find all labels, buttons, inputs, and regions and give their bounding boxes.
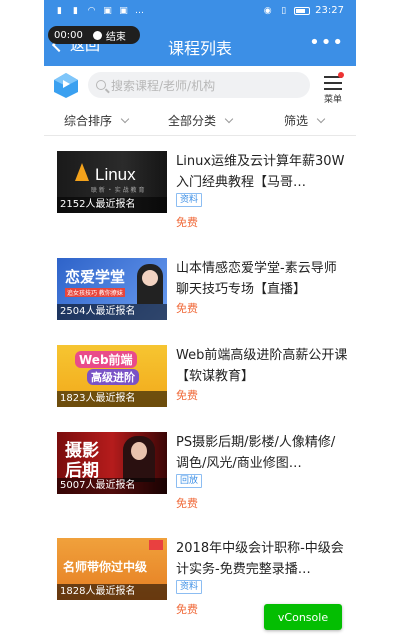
thumbnail-text: Linux (95, 165, 136, 184)
menu-label: 菜单 (323, 95, 342, 105)
phone-screen: ▮ ▮ ◠ ▣ ▣ … ◉ ▯ 23:27 返回 课程列表 ••• 00:00 … (44, 0, 356, 640)
signal-icon: ▮ (57, 5, 62, 16)
vibrate-icon: ▯ (281, 5, 287, 16)
thumbnail-subtext: 追女孩技巧 教你撩妹 (65, 288, 125, 297)
notification-dot (338, 72, 344, 78)
filter-sort-label: 综合排序 (63, 114, 112, 128)
menu-button[interactable]: 菜单 (322, 72, 344, 105)
course-price: 免费 (176, 389, 198, 402)
eye-icon: ◉ (263, 5, 272, 16)
enrolled-count: 5007人最近报名 (57, 478, 167, 494)
course-tag: 回放 (176, 474, 203, 488)
thumbnail-subtext: 联 新 ・ 实 战 教 育 (91, 187, 145, 194)
call-timer: 00:00 (54, 29, 83, 41)
course-thumbnail: 摄影 后期 5007人最近报名 (57, 432, 167, 494)
course-thumbnail: Linux 联 新 ・ 实 战 教 育 2152人最近报名 (57, 151, 167, 213)
enrolled-count: 2504人最近报名 (57, 304, 167, 320)
course-item[interactable]: Linux 联 新 ・ 实 战 教 育 2152人最近报名 Linux运维及云计… (44, 151, 356, 251)
search-icon (96, 80, 106, 90)
course-price: 免费 (176, 216, 198, 229)
presenter-face (142, 270, 158, 286)
status-time: 23:27 (315, 5, 344, 16)
thumbnail-text: Web前端 (75, 351, 137, 368)
chevron-down-icon (224, 114, 234, 124)
wifi-icon: ◠ (87, 5, 96, 16)
course-title: 2018年中级会计职称-中级会计实务-免费完整录播… (176, 541, 344, 577)
more-notifications-icon: … (135, 5, 144, 16)
course-title: 山本情感恋爱学堂-素云导师聊天技巧专场【直播】 (176, 261, 337, 297)
filter-bar: 综合排序 全部分类 筛选 (44, 106, 356, 136)
status-bar: ▮ ▮ ◠ ▣ ▣ … ◉ ▯ 23:27 (44, 0, 356, 24)
course-price: 免费 (176, 603, 198, 616)
course-title: Web前端高级进阶高薪公开课【软谋教育】 (176, 348, 348, 384)
chevron-down-icon (120, 114, 130, 124)
search-input[interactable]: 搜索课程/老师/机构 (88, 72, 310, 98)
course-thumbnail: 名师带你过中级 1828人最近报名 (57, 538, 167, 600)
filter-sort[interactable]: 综合排序 (44, 106, 148, 135)
vconsole-button[interactable]: vConsole (264, 604, 342, 630)
filter-category-label: 全部分类 (167, 114, 216, 128)
course-item[interactable]: 恋爱学堂 追女孩技巧 教你撩妹 2504人最近报名 山本情感恋爱学堂-素云导师聊… (44, 258, 356, 358)
corner-badge (149, 540, 163, 550)
filter-screen-label: 筛选 (283, 114, 308, 128)
course-thumbnail: 恋爱学堂 追女孩技巧 教你撩妹 2504人最近报名 (57, 258, 167, 320)
search-row: 搜索课程/老师/机构 菜单 (44, 66, 356, 106)
signal-icon: ▮ (73, 5, 78, 16)
end-call-label: 结束 (105, 31, 126, 43)
course-price: 免费 (176, 302, 198, 315)
chevron-down-icon (316, 114, 326, 124)
enrolled-count: 1828人最近报名 (57, 584, 167, 600)
model-face (131, 442, 147, 460)
course-item[interactable]: Web前端 高级进阶 1823人最近报名 Web前端高级进阶高薪公开课【软谋教育… (44, 345, 356, 445)
course-title: Linux运维及云计算年薪30W入门经典教程【马哥… (176, 154, 345, 190)
course-tag: 资料 (176, 193, 203, 207)
enrolled-count: 2152人最近报名 (57, 197, 167, 213)
course-thumbnail: Web前端 高级进阶 1823人最近报名 (57, 345, 167, 407)
thumbnail-text: 恋爱学堂 (65, 268, 126, 286)
search-placeholder: 搜索课程/老师/机构 (111, 78, 216, 93)
enrolled-count: 1823人最近报名 (57, 391, 167, 407)
call-timer-pill[interactable]: 00:00 结束 (48, 26, 140, 44)
course-tag: 资料 (176, 580, 203, 594)
thumbnail-text: 名师带你过中级 (63, 560, 148, 574)
thumbnail-subtext: 高级进阶 (87, 369, 139, 385)
more-button[interactable]: ••• (309, 32, 344, 53)
filter-screen[interactable]: 筛选 (252, 106, 356, 135)
course-item[interactable]: 摄影 后期 5007人最近报名 PS摄影后期/影楼/人像精修/调色/风光/商业修… (44, 432, 356, 532)
course-price: 免费 (176, 497, 198, 510)
notification-icon: ▣ (119, 5, 128, 16)
course-title: PS摄影后期/影楼/人像精修/调色/风光/商业修图… (176, 435, 336, 471)
notification-icon: ▣ (103, 5, 112, 16)
end-call-icon (92, 30, 102, 40)
filter-category[interactable]: 全部分类 (148, 106, 252, 135)
app-logo-icon[interactable] (52, 71, 80, 99)
battery-icon (294, 6, 311, 15)
